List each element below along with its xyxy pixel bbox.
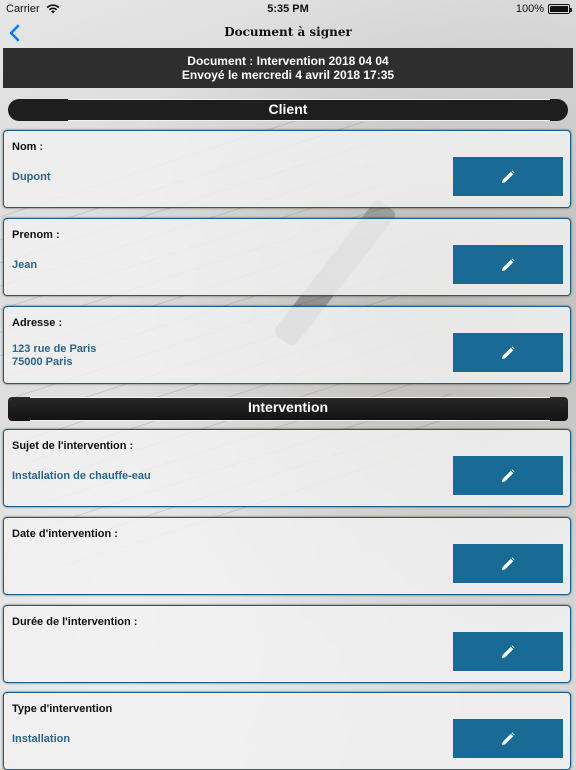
pencil-icon [502, 468, 515, 482]
field-value-adresse: 123 rue de Paris 75000 Paris [12, 343, 97, 368]
document-sent-date: Envoyé le mercredi 4 avril 2018 17:35 [181, 68, 395, 82]
battery-icon [548, 4, 572, 14]
edit-adresse-button[interactable] [453, 333, 563, 372]
field-value-type: Installation [12, 733, 71, 745]
section-title-client: Client [268, 101, 308, 117]
field-label-nom: Nom : [12, 141, 44, 153]
field-value-sujet: Installation de chauffe-eau [12, 470, 151, 482]
pencil-icon [502, 345, 515, 359]
edit-prenom-button[interactable] [453, 245, 563, 284]
field-card-sujet: Sujet de l'intervention : Installation d… [3, 429, 571, 507]
pencil-icon [502, 257, 515, 271]
edit-date-button[interactable] [453, 544, 563, 583]
battery-percent: 100% [515, 3, 544, 15]
field-label-sujet: Sujet de l'intervention : [12, 440, 134, 452]
pencil-icon [502, 731, 515, 745]
edit-nom-button[interactable] [453, 157, 563, 196]
section-header-intervention: Intervention [8, 397, 568, 421]
section-header-client: Client [8, 99, 568, 121]
document-header: Document : Intervention 2018 04 04 Envoy… [3, 48, 573, 88]
field-card-prenom: Prenom : Jean [3, 218, 571, 296]
pencil-icon [502, 556, 515, 570]
pencil-icon [502, 169, 515, 183]
edit-sujet-button[interactable] [453, 456, 563, 495]
status-time: 5:35 PM [267, 3, 309, 15]
section-title-intervention: Intervention [247, 399, 329, 415]
edit-duree-button[interactable] [453, 632, 563, 671]
pencil-icon [502, 644, 515, 658]
edit-type-button[interactable] [453, 719, 563, 758]
field-card-nom: Nom : Dupont [3, 130, 571, 208]
field-label-duree: Durée de l'intervention : [12, 616, 138, 628]
field-label-date: Date d'intervention : [12, 528, 118, 540]
field-card-duree: Durée de l'intervention : [3, 605, 571, 683]
document-title: Document : Intervention 2018 04 04 [187, 54, 389, 68]
field-value-nom: Dupont [12, 171, 51, 183]
field-label-prenom: Prenom : [12, 229, 60, 241]
navigation-bar: Document à signer [0, 18, 576, 48]
field-card-adresse: Adresse : 123 rue de Paris 75000 Paris [3, 306, 571, 384]
page-title: Document à signer [224, 25, 352, 39]
field-card-date: Date d'intervention : [3, 517, 571, 595]
field-label-adresse: Adresse : [12, 317, 63, 329]
status-bar: Carrier 5:35 PM 100% [0, 0, 576, 18]
field-card-type: Type d'intervention Installation [3, 692, 571, 770]
field-label-type: Type d'intervention [12, 703, 113, 715]
battery-fill [550, 6, 568, 12]
field-value-prenom: Jean [12, 259, 38, 271]
